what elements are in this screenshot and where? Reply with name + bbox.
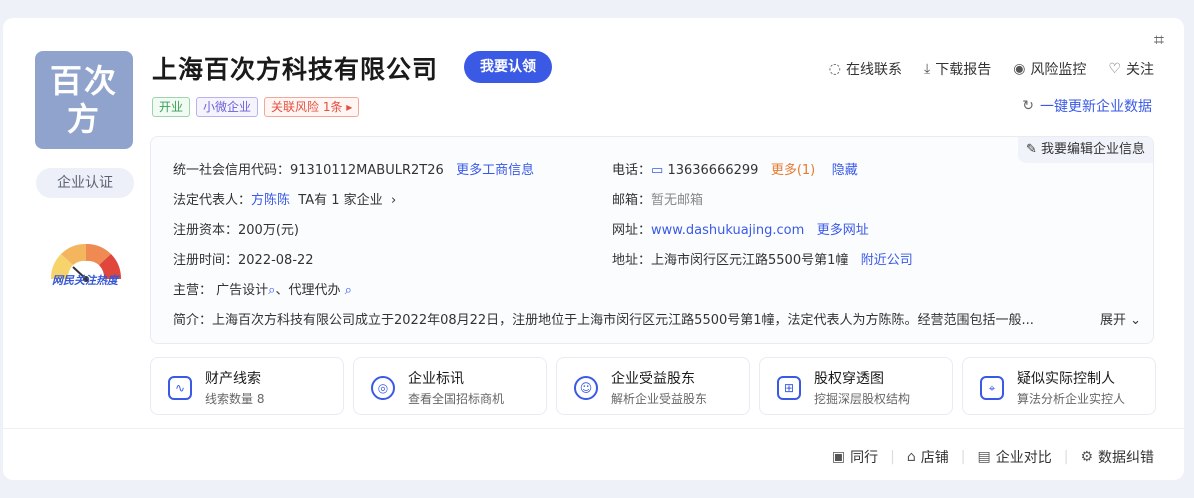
header-actions: ◌ 在线联系 ⤓ 下载报告 ◉ 风险监控 ♡ 关注 (829, 59, 1154, 79)
phone-icon: ▭ (651, 163, 664, 178)
feature-card-property[interactable]: ∿ 财产线索 线索数量 8 (150, 357, 344, 415)
reg-time-row: 注册时间：2022-08-22 (173, 253, 314, 268)
legal-rep-link[interactable]: 方陈陈 (251, 193, 290, 208)
shop-button[interactable]: ⌂ 店铺 (907, 447, 949, 467)
credit-code: 91310112MABULR2T26 (290, 163, 444, 178)
feature-card-shareholder[interactable]: ☺ 企业受益股东 解析企业受益股东 (556, 357, 750, 415)
feature-card-equity[interactable]: ⊞ 股权穿透图 挖掘深层股权结构 (759, 357, 953, 415)
equity-icon: ⊞ (777, 376, 801, 400)
risk-tag[interactable]: 关联风险 1条 ▸ (264, 97, 360, 117)
summary-text: 上海百次方科技有限公司成立于2022年08月22日，注册地位于上海市闵行区元江路… (212, 313, 1034, 328)
pk-icon: ▤ (977, 449, 991, 465)
footer-divider (3, 428, 1184, 429)
download-report-button[interactable]: ⤓ 下载报告 (924, 59, 991, 79)
expand-button[interactable]: 展开 ⌄ (1095, 309, 1141, 328)
more-site-link[interactable]: 更多网址 (817, 223, 869, 238)
address-value: 上海市闵行区元江路5500号第1幢 (651, 253, 849, 268)
feature-card-controller[interactable]: ⌖ 疑似实际控制人 算法分析企业实控人 (962, 357, 1156, 415)
correct-icon: ⚙ (1080, 449, 1093, 465)
main-business-row: 主营： 广告设计⌕、代理代办 ⌕ (173, 283, 352, 298)
site-row: 网址：www.dashukuajing.com 更多网址 (612, 223, 869, 238)
claim-button[interactable]: 我要认领 (464, 51, 552, 83)
company-name: 上海百次方科技有限公司 (152, 55, 439, 84)
bid-icon: ◎ (371, 376, 395, 400)
controller-icon: ⌖ (980, 376, 1004, 400)
company-logo: 百次方 (35, 51, 133, 149)
shop-icon: ⌂ (906, 449, 916, 465)
phone-hide-link[interactable]: 隐藏 (832, 163, 858, 178)
status-tag: 开业 (152, 97, 191, 117)
email-row: 邮箱：暂无邮箱 (612, 193, 704, 208)
eye-icon: ◉ (1013, 61, 1026, 77)
heat-label: 网民关注热度 (52, 274, 118, 287)
nearby-link[interactable]: 附近公司 (861, 253, 913, 268)
tag-list: 开业 小微企业 关联风险 1条 ▸ (152, 97, 360, 117)
capital-value: 200万(元) (238, 223, 299, 238)
chevron-right-icon[interactable]: › (387, 193, 396, 208)
capital-row: 注册资本：200万(元) (173, 223, 299, 238)
search-icon[interactable]: ⌕ (345, 283, 352, 298)
feature-card-bid[interactable]: ◎ 企业标讯 查看全国招标商机 (353, 357, 547, 415)
edit-icon: ✎ (1025, 142, 1037, 157)
company-card: ⌗ 百次方 企业认证 网民关注热度 上海百次方科技有限公司 我要认领 开业 小微… (3, 18, 1184, 480)
phone-value: 13636666299 (667, 163, 759, 178)
download-icon: ⤓ (924, 61, 931, 77)
more-business-link[interactable]: 更多工商信息 (456, 163, 534, 178)
follow-button[interactable]: ♡ 关注 (1108, 59, 1154, 79)
briefcase-icon: ▣ (831, 449, 846, 465)
compare-button[interactable]: ▤ 企业对比 (977, 447, 1051, 467)
footer-actions: ▣ 同行 | ⌂ 店铺 | ▤ 企业对比 | ⚙ 数据纠错 (831, 447, 1154, 467)
chat-icon: ◌ (828, 61, 842, 77)
main-business-1[interactable]: 广告设计 (216, 283, 268, 298)
edit-info-button[interactable]: ✎ 我要编辑企业信息 (1017, 137, 1153, 163)
property-icon: ∿ (168, 376, 192, 400)
scale-tag: 小微企业 (196, 97, 259, 117)
contact-button[interactable]: ◌ 在线联系 (829, 59, 902, 79)
phone-row: 电话：▭ 13636666299 更多(1) 隐藏 (612, 163, 858, 178)
correct-button[interactable]: ⚙ 数据纠错 (1080, 447, 1154, 467)
qr-code-icon[interactable]: ⌗ (1148, 30, 1170, 52)
refresh-data-button[interactable]: ↻ 一键更新企业数据 (1022, 96, 1152, 116)
legal-rep-row: 法定代表人：方陈陈 TA有 1 家企业 › (173, 193, 397, 208)
address-row: 地址：上海市闵行区元江路5500号第1幢 附近公司 (612, 253, 913, 268)
summary-row: 简介：上海百次方科技有限公司成立于2022年08月22日，注册地位于上海市闵行区… (173, 309, 1141, 328)
legal-rep-extra[interactable]: TA有 1 家企业 (298, 193, 382, 208)
reg-time-value: 2022-08-22 (238, 253, 314, 268)
shareholder-icon: ☺ (574, 376, 598, 400)
site-link[interactable]: www.dashukuajing.com (651, 223, 804, 238)
feature-cards: ∿ 财产线索 线索数量 8 ◎ 企业标讯 查看全国招标商机 ☺ 企业受益股东 解… (150, 357, 1156, 415)
peers-button[interactable]: ▣ 同行 (832, 447, 878, 467)
email-value: 暂无邮箱 (651, 193, 704, 208)
credit-code-row: 统一社会信用代码：91310112MABULR2T26 更多工商信息 (173, 163, 535, 178)
cert-badge[interactable]: 企业认证 (36, 168, 134, 198)
phone-more-link[interactable]: 更多(1) (771, 163, 815, 178)
refresh-icon: ↻ (1022, 98, 1034, 114)
info-box: ✎ 我要编辑企业信息 统一社会信用代码：91310112MABULR2T26 更… (150, 136, 1154, 344)
heart-icon: ♡ (1108, 61, 1121, 77)
risk-monitor-button[interactable]: ◉ 风险监控 (1013, 59, 1086, 79)
main-business-2[interactable]: 代理代办 (288, 283, 340, 298)
